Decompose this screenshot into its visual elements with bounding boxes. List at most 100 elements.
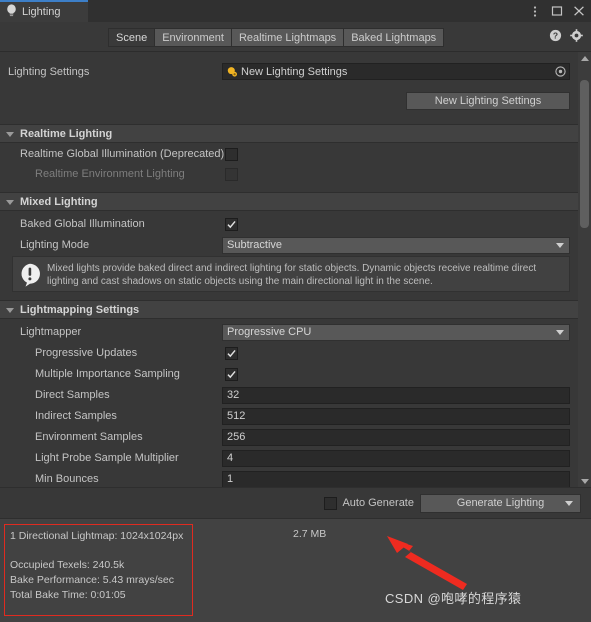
lightmapper-label: Lightmapper bbox=[20, 326, 82, 338]
realtime-lighting-rows: Realtime Global Illumination (Deprecated… bbox=[0, 144, 578, 184]
maximize-icon[interactable] bbox=[550, 5, 563, 18]
row-realtime-gi: Realtime Global Illumination (Deprecated… bbox=[0, 144, 578, 164]
scrollbar-track[interactable] bbox=[578, 64, 591, 475]
vertical-scrollbar[interactable] bbox=[578, 52, 591, 487]
section-header-mixed-lighting[interactable]: Mixed Lighting bbox=[0, 192, 578, 211]
lighting-settings-label: Lighting Settings bbox=[8, 66, 90, 78]
generate-lighting-bar: Auto Generate Generate Lighting bbox=[0, 487, 591, 518]
lightmapper-value: Progressive CPU bbox=[227, 326, 312, 338]
lighting-tabbar: Scene Environment Realtime Lightmaps Bak… bbox=[0, 22, 591, 52]
object-picker-icon[interactable] bbox=[554, 65, 567, 78]
auto-generate-group: Auto Generate bbox=[324, 496, 414, 510]
row-environment-samples: Environment Samples 256 bbox=[0, 427, 578, 447]
min-bounces-label: Min Bounces bbox=[35, 473, 99, 485]
window-tab-label: Lighting bbox=[22, 6, 61, 18]
lighting-mode-value: Subtractive bbox=[227, 239, 283, 251]
chevron-down-icon bbox=[556, 330, 564, 335]
generate-lighting-button[interactable]: Generate Lighting bbox=[420, 493, 581, 513]
tab-scene[interactable]: Scene bbox=[108, 28, 155, 47]
section-mixed-lighting-label: Mixed Lighting bbox=[20, 195, 98, 208]
realtime-env-lighting-label: Realtime Environment Lighting bbox=[35, 168, 185, 180]
light-probe-sample-multiplier-label: Light Probe Sample Multiplier bbox=[35, 452, 179, 464]
tab-baked-lightmaps-label: Baked Lightmaps bbox=[351, 31, 437, 44]
lighting-window: Lighting Scene Environment Realtime Ligh… bbox=[0, 0, 591, 622]
baked-gi-label: Baked Global Illumination bbox=[20, 218, 145, 230]
lighting-settings-asset-icon bbox=[226, 66, 238, 78]
min-bounces-value: 1 bbox=[227, 473, 234, 485]
red-arrow-annotation bbox=[387, 536, 467, 590]
gear-icon[interactable] bbox=[570, 29, 583, 42]
window-controls bbox=[528, 0, 585, 22]
section-header-lightmapping-settings[interactable]: Lightmapping Settings bbox=[0, 300, 578, 319]
scroll-down-arrow[interactable] bbox=[578, 475, 591, 487]
realtime-gi-label: Realtime Global Illumination (Deprecated… bbox=[20, 148, 225, 160]
lighting-mode-label: Lighting Mode bbox=[20, 239, 90, 251]
lighting-mode-dropdown[interactable]: Subtractive bbox=[222, 236, 570, 254]
warning-info-icon bbox=[19, 263, 41, 290]
indirect-samples-input[interactable]: 512 bbox=[222, 407, 570, 425]
chevron-down-icon bbox=[565, 501, 573, 506]
scroll-up-arrow[interactable] bbox=[578, 52, 591, 64]
row-baked-gi: Baked Global Illumination bbox=[0, 214, 578, 234]
section-header-realtime-lighting[interactable]: Realtime Lighting bbox=[0, 124, 578, 143]
window-titlebar: Lighting bbox=[0, 0, 591, 22]
realtime-gi-checkbox[interactable] bbox=[225, 147, 238, 161]
section-lightmapping-settings-label: Lightmapping Settings bbox=[20, 303, 140, 316]
row-progressive-updates: Progressive Updates bbox=[0, 343, 578, 363]
kebab-menu-icon[interactable] bbox=[528, 5, 541, 18]
multiple-importance-sampling-label: Multiple Importance Sampling bbox=[35, 368, 180, 380]
indirect-samples-label: Indirect Samples bbox=[35, 410, 117, 422]
direct-samples-label: Direct Samples bbox=[35, 389, 110, 401]
help-icon[interactable]: ? bbox=[549, 29, 562, 42]
mixed-lighting-info-box: Mixed lights provide baked direct and in… bbox=[12, 256, 570, 292]
auto-generate-checkbox[interactable] bbox=[324, 496, 338, 510]
indirect-samples-value: 512 bbox=[227, 410, 246, 422]
scrollbar-thumb[interactable] bbox=[580, 80, 589, 228]
bake-stats-box: 1 Directional Lightmap: 1024x1024px Occu… bbox=[4, 524, 193, 616]
lightmap-memory-size: 2.7 MB bbox=[293, 528, 327, 540]
environment-samples-value: 256 bbox=[227, 431, 246, 443]
tab-realtime-lightmaps-label: Realtime Lightmaps bbox=[238, 31, 337, 44]
window-tab-lighting[interactable]: Lighting bbox=[0, 0, 88, 22]
light-probe-sample-multiplier-value: 4 bbox=[227, 452, 234, 464]
lighting-settings-object-field[interactable]: New Lighting Settings bbox=[222, 63, 570, 80]
row-lighting-mode: Lighting Mode Subtractive bbox=[0, 235, 578, 255]
occupied-texels-line: Occupied Texels: 240.5k bbox=[10, 559, 125, 571]
tab-scene-label: Scene bbox=[116, 31, 148, 44]
row-realtime-env-lighting: Realtime Environment Lighting bbox=[0, 164, 578, 184]
svg-text:?: ? bbox=[553, 31, 558, 41]
lighting-settings-asset-name: New Lighting Settings bbox=[241, 65, 348, 78]
csdn-watermark: CSDN @咆哮的程序猿 bbox=[385, 591, 522, 606]
row-direct-samples: Direct Samples 32 bbox=[0, 385, 578, 405]
tab-realtime-lightmaps[interactable]: Realtime Lightmaps bbox=[230, 28, 344, 47]
lightmap-resolution-line: 1 Directional Lightmap: 1024x1024px bbox=[10, 530, 184, 542]
progressive-updates-label: Progressive Updates bbox=[35, 347, 138, 359]
tab-environment[interactable]: Environment bbox=[154, 28, 231, 47]
auto-generate-label: Auto Generate bbox=[342, 497, 414, 509]
direct-samples-input[interactable]: 32 bbox=[222, 386, 570, 404]
lightbulb-icon bbox=[6, 4, 17, 20]
chevron-down-icon bbox=[6, 199, 14, 205]
min-bounces-input[interactable]: 1 bbox=[222, 470, 570, 487]
baked-gi-checkbox[interactable] bbox=[225, 217, 238, 231]
environment-samples-input[interactable]: 256 bbox=[222, 428, 570, 446]
bake-performance-line: Bake Performance: 5.43 mrays/sec bbox=[10, 574, 174, 586]
environment-samples-label: Environment Samples bbox=[35, 431, 143, 443]
progressive-updates-checkbox[interactable] bbox=[225, 346, 238, 360]
close-icon[interactable] bbox=[572, 5, 585, 18]
lighting-tabgroup: Scene Environment Realtime Lightmaps Bak… bbox=[108, 28, 445, 47]
tab-environment-label: Environment bbox=[162, 31, 224, 44]
lightmapper-dropdown[interactable]: Progressive CPU bbox=[222, 323, 570, 341]
chevron-down-icon bbox=[556, 243, 564, 248]
realtime-env-lighting-checkbox bbox=[225, 167, 238, 181]
row-min-bounces: Min Bounces 1 bbox=[0, 469, 578, 487]
multiple-importance-sampling-checkbox[interactable] bbox=[225, 367, 238, 381]
row-light-probe-sample-multiplier: Light Probe Sample Multiplier 4 bbox=[0, 448, 578, 468]
new-lighting-settings-button[interactable]: New Lighting Settings bbox=[406, 92, 570, 110]
section-realtime-lighting-label: Realtime Lighting bbox=[20, 127, 113, 140]
light-probe-sample-multiplier-input[interactable]: 4 bbox=[222, 449, 570, 467]
mixed-lighting-info-text: Mixed lights provide baked direct and in… bbox=[47, 263, 537, 287]
tab-baked-lightmaps[interactable]: Baked Lightmaps bbox=[343, 28, 445, 47]
lighting-scroll-body: Lighting Settings New Lighting Settings … bbox=[0, 52, 591, 487]
stats-spacer bbox=[10, 544, 187, 558]
